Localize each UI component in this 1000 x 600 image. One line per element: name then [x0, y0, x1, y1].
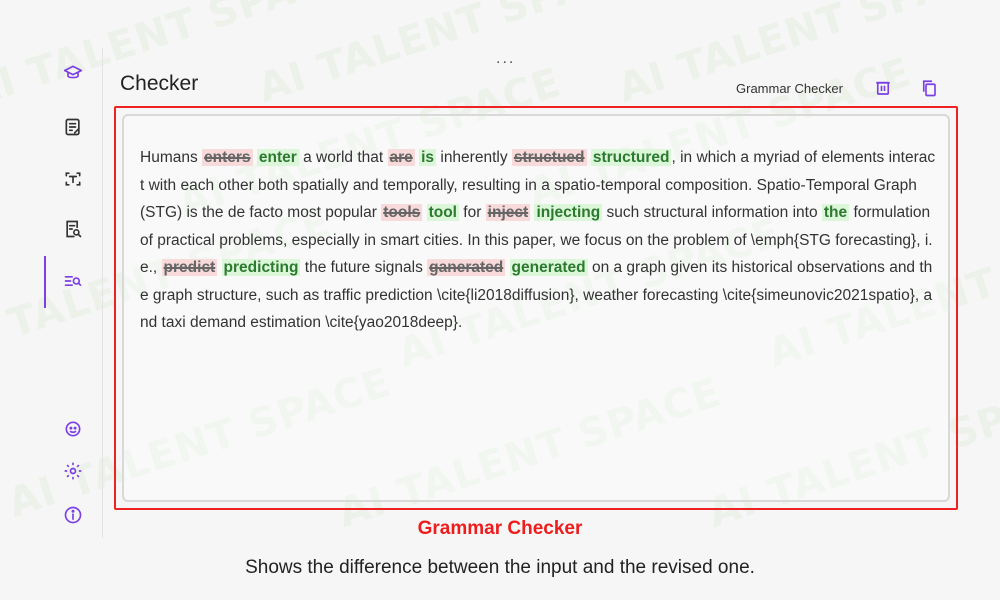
- highlight-frame: Humans enters enter a world that are is …: [114, 106, 958, 510]
- copy-icon[interactable]: [918, 77, 940, 99]
- text-segment: the future signals: [300, 259, 428, 276]
- text-segment: for: [458, 204, 486, 221]
- deleted-word: ganerated: [427, 259, 506, 276]
- page-title: Checker: [120, 72, 199, 95]
- edit-note-icon[interactable]: [58, 112, 88, 142]
- text-segment: [422, 204, 426, 221]
- text-segment: such structural information into: [602, 204, 822, 221]
- deleted-word: inject: [485, 204, 531, 221]
- text-segment: a world that: [298, 149, 388, 166]
- settings-gear-icon[interactable]: [58, 456, 88, 486]
- inserted-word: the: [821, 204, 850, 221]
- revised-text: Humans enters enter a world that are is …: [140, 144, 936, 337]
- inserted-word: structured: [590, 149, 672, 166]
- delete-icon[interactable]: [872, 77, 894, 99]
- inserted-word: predicting: [221, 259, 301, 276]
- inserted-word: injecting: [534, 204, 603, 221]
- document-search-icon[interactable]: [58, 214, 88, 244]
- text-scan-icon[interactable]: [58, 164, 88, 194]
- deleted-word: tools: [381, 204, 423, 221]
- deleted-word: structued: [511, 149, 587, 166]
- deleted-word: enters: [202, 149, 253, 166]
- deleted-word: are: [387, 149, 415, 166]
- inserted-word: enter: [256, 149, 299, 166]
- text-segment: inherently: [436, 149, 512, 166]
- deleted-word: predict: [161, 259, 218, 276]
- text-segment: [217, 259, 221, 276]
- graduation-cap-icon[interactable]: [58, 58, 88, 88]
- caption-subtitle: Shows the difference between the input a…: [245, 557, 755, 578]
- text-area[interactable]: Humans enters enter a world that are is …: [122, 114, 950, 502]
- more-options[interactable]: ...: [496, 50, 515, 68]
- text-segment: Humans: [140, 149, 203, 166]
- checker-app: ... Checker Grammar Checker Humans enter…: [44, 48, 964, 538]
- inserted-word: is: [419, 149, 437, 166]
- active-indicator: [44, 256, 46, 308]
- assistant-face-icon[interactable]: [58, 414, 88, 444]
- inserted-word: generated: [509, 259, 588, 276]
- inserted-word: tool: [426, 204, 459, 221]
- mode-label: Grammar Checker: [736, 81, 843, 96]
- caption-title: Grammar Checker: [417, 518, 583, 539]
- text-segment: [505, 259, 509, 276]
- list-search-icon[interactable]: [58, 266, 88, 296]
- sidebar: [44, 48, 103, 538]
